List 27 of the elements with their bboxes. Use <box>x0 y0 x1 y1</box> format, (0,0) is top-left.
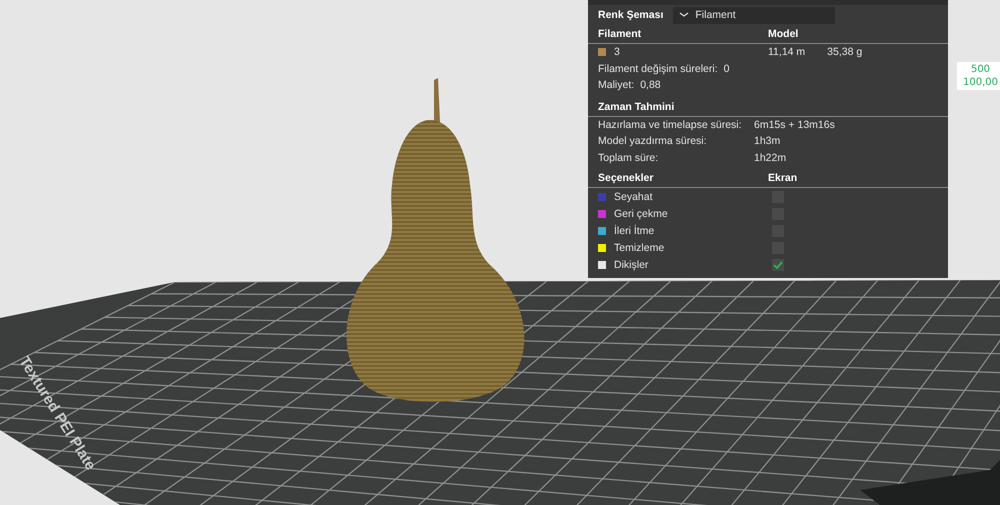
chevron-down-icon <box>679 11 690 19</box>
color-scheme-dropdown[interactable]: Filament <box>673 6 836 24</box>
filament-weight: 35,38 g <box>827 46 862 58</box>
filament-name: 3 <box>614 46 620 58</box>
option-label: Geri çekme <box>614 208 668 220</box>
time-label: Model yazdırma süresi: <box>598 135 708 148</box>
time-label: Hazırlama ve timelapse süresi: <box>598 118 743 131</box>
column-header: Ekran <box>768 172 798 184</box>
color-scheme-label: Renk Şeması <box>598 9 664 21</box>
option-label: Temizleme <box>614 242 664 254</box>
cost-label: Maliyet: <box>598 79 634 92</box>
column-header: Model <box>768 28 798 40</box>
time-value: 1h3m <box>754 135 780 148</box>
section-title: Zaman Tahmini <box>598 100 674 112</box>
filament-changes-label: Filament değişim süreleri: <box>598 62 718 75</box>
time-value: 6m15s + 13m16s <box>754 118 835 131</box>
visibility-checkbox[interactable] <box>772 258 784 270</box>
option-label: Seyahat <box>614 190 653 202</box>
time-value: 1h22m <box>754 152 786 164</box>
option-label: İleri İtme <box>614 224 654 236</box>
filament-changes-value: 0 <box>724 62 730 75</box>
filament-length: 11,14 m <box>768 46 806 58</box>
time-label: Toplam süre: <box>598 152 660 164</box>
column-header: Seçenekler <box>598 172 654 184</box>
column-header: Filament <box>598 28 642 40</box>
cost-value: 0,88 <box>640 79 661 92</box>
option-label: Dikişler <box>614 258 648 270</box>
